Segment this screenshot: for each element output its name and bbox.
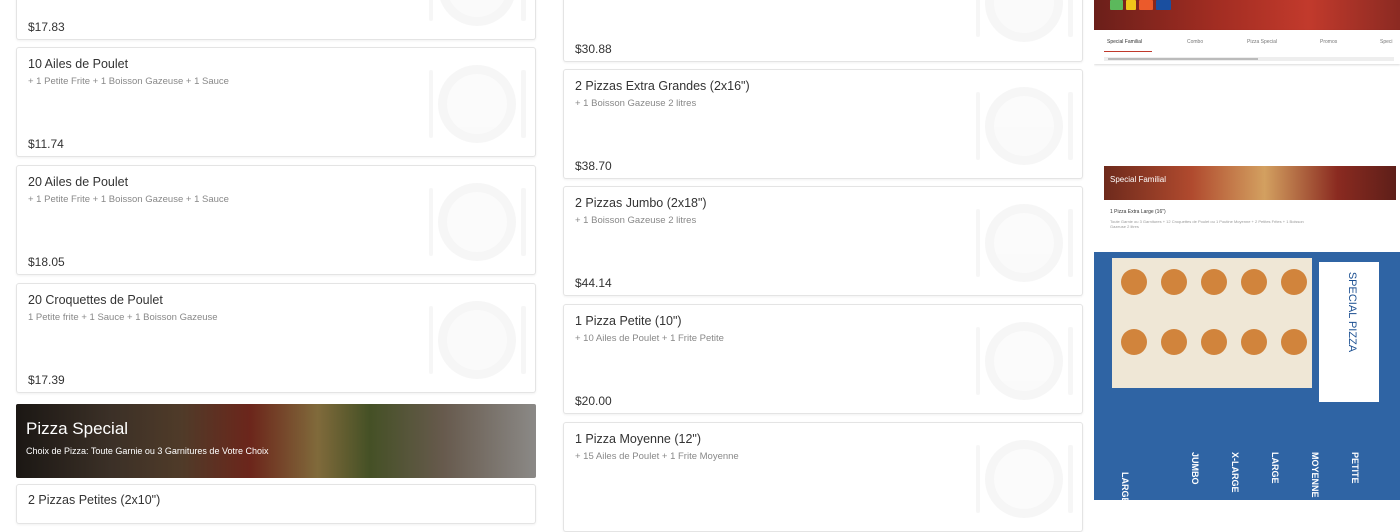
plate-icon: [429, 65, 526, 143]
item-price: $30.88: [575, 42, 612, 56]
tab-special-truncated[interactable]: Speci: [1380, 39, 1393, 45]
item-price: $11.74: [28, 137, 64, 151]
category-tabs: Special Familial Combo Pizza Special Pro…: [1094, 30, 1400, 64]
item-title: 2 Pizzas Jumbo (2x18"): [575, 196, 707, 210]
item-title: 10 Ailes de Poulet: [28, 57, 129, 71]
item-price: $44.14: [575, 276, 612, 290]
category-banner: Special Familial: [1104, 166, 1396, 200]
scrollbar-thumb[interactable]: [1108, 58, 1258, 60]
item-description: 1 Petite frite + 1 Sauce + 1 Boisson Gaz…: [28, 312, 218, 323]
menu-item-card[interactable]: $30.88: [563, 0, 1083, 62]
plate-icon: [429, 0, 526, 26]
header-image: [1094, 0, 1400, 30]
payment-icon: [1110, 0, 1123, 10]
item-description: + 10 Ailes de Poulet + 1 Frite Petite: [575, 333, 724, 344]
flyer-label: PETITE: [1350, 452, 1360, 484]
plate-icon: [976, 322, 1073, 400]
plate-icon: [976, 204, 1073, 282]
flyer-label: LARGE: [1120, 472, 1130, 500]
banner-title: Pizza Special: [26, 419, 129, 438]
item-description: + 1 Boisson Gazeuse 2 litres: [575, 98, 697, 109]
menu-item-card[interactable]: 2 Pizzas Jumbo (2x18") + 1 Boisson Gazeu…: [563, 186, 1083, 296]
item-price: $17.39: [28, 373, 65, 387]
menu-item-card[interactable]: $17.83: [16, 0, 536, 40]
payment-icon: [1156, 0, 1171, 10]
menu-item-card[interactable]: 20 Croquettes de Poulet 1 Petite frite +…: [16, 283, 536, 393]
tab-pizza-special[interactable]: Pizza Special: [1247, 39, 1277, 45]
plate-icon: [976, 87, 1073, 165]
item-description: + 1 Petite Frite + 1 Boisson Gazeuse + 1…: [28, 194, 229, 205]
flyer-illustration: SPECIAL PIZZA LARGE JUMBO X-LARGE LARGE …: [1094, 252, 1400, 500]
plate-icon: [976, 440, 1073, 518]
tab-special-familial[interactable]: Special Familial: [1107, 39, 1142, 45]
banner-title: Special Familial: [1110, 175, 1167, 184]
item-title: 1 Pizza Extra Large (16"): [1110, 209, 1166, 215]
item-price: $38.70: [575, 159, 612, 173]
plate-icon: [429, 301, 526, 379]
mobile-preview-panel: Special Familial Combo Pizza Special Pro…: [1094, 0, 1400, 500]
item-description: Toute Garnie ou 3 Garnitures + 12 Croque…: [1110, 219, 1304, 229]
flyer-label: X-LARGE: [1230, 452, 1240, 493]
menu-item-card[interactable]: 10 Ailes de Poulet + 1 Petite Frite + 1 …: [16, 47, 536, 157]
tabs-scrollbar[interactable]: [1104, 57, 1394, 61]
payment-icon: [1126, 0, 1136, 10]
item-title: 1 Pizza Petite (10"): [575, 314, 682, 328]
promo-flyer-image: SPECIAL PIZZA LARGE JUMBO X-LARGE LARGE …: [1094, 252, 1400, 500]
tab-combo[interactable]: Combo: [1187, 39, 1203, 45]
menu-item-card[interactable]: 20 Ailes de Poulet + 1 Petite Frite + 1 …: [16, 165, 536, 275]
plate-icon: [976, 0, 1073, 42]
flyer-title: SPECIAL PIZZA: [1346, 272, 1358, 353]
item-title: 2 Pizzas Extra Grandes (2x16"): [575, 79, 750, 93]
banner-subtitle: Choix de Pizza: Toute Garnie ou 3 Garnit…: [26, 446, 269, 456]
active-tab-indicator: [1104, 51, 1152, 52]
flyer-label: MOYENNE: [1310, 452, 1320, 498]
menu-item-card[interactable]: 1 Pizza Moyenne (12") + 15 Ailes de Poul…: [563, 422, 1083, 532]
tab-promos[interactable]: Promos: [1320, 39, 1337, 45]
menu-item-card[interactable]: 2 Pizzas Petites (2x10"): [16, 484, 536, 524]
banner-overlay: [16, 404, 536, 478]
item-title: 20 Ailes de Poulet: [28, 175, 129, 189]
menu-item-card[interactable]: 2 Pizzas Extra Grandes (2x16") + 1 Boiss…: [563, 69, 1083, 179]
payment-icon: [1139, 0, 1153, 10]
menu-item-card[interactable]: 1 Pizza Extra Large (16") Toute Garnie o…: [1104, 202, 1396, 250]
item-price: $18.05: [28, 255, 65, 269]
flyer-label: JUMBO: [1190, 452, 1200, 485]
item-description: + 15 Ailes de Poulet + 1 Frite Moyenne: [575, 451, 739, 462]
plate-icon: [429, 183, 526, 261]
item-price: $20.00: [575, 394, 612, 408]
item-description: + 1 Petite Frite + 1 Boisson Gazeuse + 1…: [28, 76, 229, 87]
flyer-label: LARGE: [1270, 452, 1280, 484]
item-title: 2 Pizzas Petites (2x10"): [28, 493, 161, 507]
item-price: $17.83: [28, 20, 65, 34]
category-banner: Pizza Special Choix de Pizza: Toute Garn…: [16, 404, 536, 478]
menu-item-card[interactable]: 1 Pizza Petite (10") + 10 Ailes de Poule…: [563, 304, 1083, 414]
item-title: 1 Pizza Moyenne (12"): [575, 432, 702, 446]
item-title: 20 Croquettes de Poulet: [28, 293, 163, 307]
item-description: + 1 Boisson Gazeuse 2 litres: [575, 215, 697, 226]
